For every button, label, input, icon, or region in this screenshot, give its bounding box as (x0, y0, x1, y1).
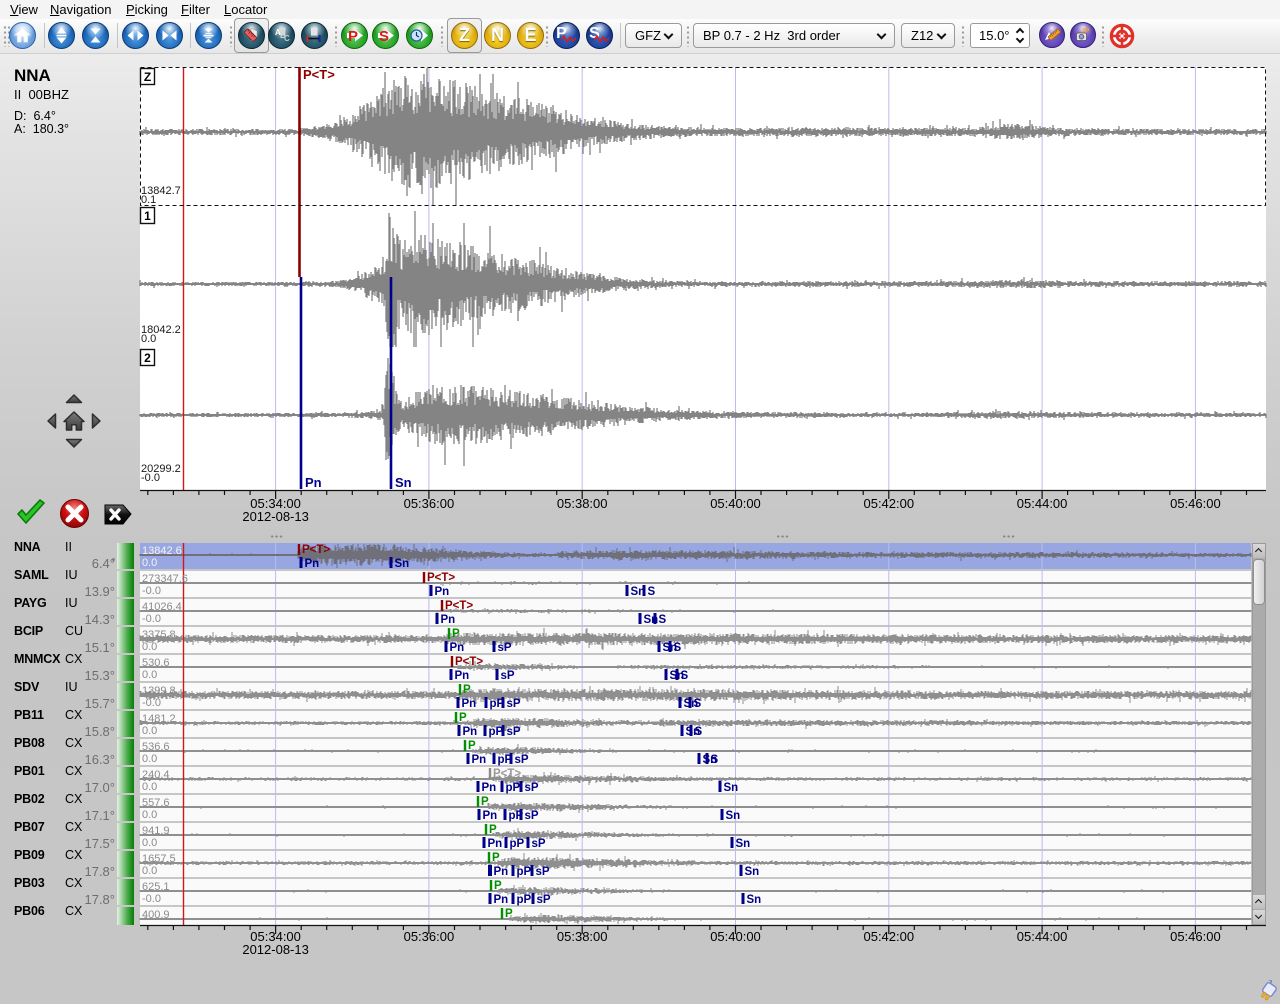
svg-text:sP: sP (525, 782, 539, 794)
svg-text:P<T>: P<T> (445, 600, 473, 612)
svg-text:05:42:00: 05:42:00 (863, 929, 914, 944)
svg-text:05:44:00: 05:44:00 (1017, 929, 1068, 944)
svg-text:0.0: 0.0 (142, 725, 157, 737)
svg-text:Sn: Sn (726, 810, 741, 822)
svg-text:941.9: 941.9 (142, 825, 170, 837)
svg-text:400.9: 400.9 (142, 909, 170, 921)
svg-text:Pn: Pn (472, 754, 487, 766)
svg-text:0.0: 0.0 (142, 781, 157, 793)
svg-text:Pn: Pn (482, 782, 497, 794)
svg-text:0.0: 0.0 (142, 753, 157, 765)
svg-text:sP: sP (537, 894, 551, 906)
svg-text:625.1: 625.1 (142, 881, 170, 893)
svg-text:P: P (489, 824, 497, 836)
svg-text:sP: sP (532, 838, 546, 850)
svg-text:0.0: 0.0 (142, 809, 157, 821)
svg-text:P: P (494, 880, 502, 892)
svg-text:-0.0: -0.0 (142, 893, 161, 905)
svg-text:pP: pP (510, 838, 525, 850)
svg-text:0.0: 0.0 (142, 641, 157, 653)
svg-text:sP: sP (507, 698, 521, 710)
svg-text:sP: sP (536, 866, 550, 878)
svg-text:530.6: 530.6 (142, 657, 170, 669)
svg-text:P: P (468, 740, 476, 752)
svg-text:05:38:00: 05:38:00 (557, 929, 608, 944)
svg-text:P<T>: P<T> (427, 572, 455, 584)
svg-text:pP: pP (517, 866, 532, 878)
svg-text:P<T>: P<T> (455, 656, 483, 668)
svg-text:sP: sP (515, 754, 529, 766)
svg-text:sP: sP (507, 726, 521, 738)
svg-text:-0.0: -0.0 (142, 697, 161, 709)
svg-text:sP: sP (525, 810, 539, 822)
svg-text:P: P (463, 684, 471, 696)
svg-text:pP: pP (489, 726, 504, 738)
svg-text:S: S (711, 754, 719, 766)
svg-text:1481.2: 1481.2 (142, 713, 176, 725)
svg-text:sP: sP (498, 642, 512, 654)
svg-text:Pn: Pn (455, 670, 470, 682)
svg-text:557.6: 557.6 (142, 797, 170, 809)
svg-text:Sn: Sn (395, 558, 410, 570)
svg-text:Sn: Sn (747, 894, 762, 906)
svg-text:Pn: Pn (441, 614, 456, 626)
svg-text:2012-08-13: 2012-08-13 (242, 942, 309, 957)
svg-text:05:40:00: 05:40:00 (710, 929, 761, 944)
svg-text:S: S (695, 726, 703, 738)
svg-text:S: S (674, 642, 682, 654)
svg-text:Pn: Pn (483, 810, 498, 822)
svg-text:13842.6: 13842.6 (142, 545, 182, 557)
svg-text:S: S (694, 698, 702, 710)
svg-text:Pn: Pn (463, 726, 478, 738)
svg-text:Sn: Sn (745, 866, 760, 878)
svg-text:Pn: Pn (435, 586, 450, 598)
svg-text:pP: pP (506, 782, 521, 794)
svg-text:3375.8: 3375.8 (142, 629, 176, 641)
svg-text:Pn: Pn (494, 866, 509, 878)
svg-text:P: P (459, 712, 467, 724)
svg-text:0.0: 0.0 (142, 557, 157, 569)
svg-text:536.6: 536.6 (142, 741, 170, 753)
svg-text:P: P (481, 796, 489, 808)
svg-text:S: S (681, 670, 689, 682)
svg-text:S: S (659, 614, 667, 626)
svg-text:Pn: Pn (494, 894, 509, 906)
svg-text:P: P (505, 908, 513, 920)
svg-text:P<T>: P<T> (493, 768, 521, 780)
svg-text:sP: sP (501, 670, 515, 682)
svg-text:0.0: 0.0 (142, 865, 157, 877)
svg-text:P: P (452, 628, 460, 640)
svg-text:240.4: 240.4 (142, 769, 170, 781)
svg-text:41026.4: 41026.4 (142, 601, 182, 613)
svg-text:Sn: Sn (724, 782, 739, 794)
svg-text:S: S (648, 586, 656, 598)
svg-text:P: P (492, 852, 500, 864)
svg-text:Sn: Sn (736, 838, 751, 850)
svg-text:Pn: Pn (450, 642, 465, 654)
svg-text:Pn: Pn (488, 838, 503, 850)
svg-text:P<T>: P<T> (302, 544, 330, 556)
svg-text:pP: pP (517, 894, 532, 906)
svg-text:Pn: Pn (305, 558, 320, 570)
svg-text:0.0: 0.0 (142, 837, 157, 849)
svg-text:Pn: Pn (462, 698, 477, 710)
svg-text:0.0: 0.0 (142, 669, 157, 681)
svg-text:1657.5: 1657.5 (142, 853, 176, 865)
svg-text:1399.8: 1399.8 (142, 685, 176, 697)
svg-text:05:46:00: 05:46:00 (1170, 929, 1221, 944)
svg-text:-0.0: -0.0 (142, 585, 161, 597)
svg-text:273347.6: 273347.6 (142, 573, 188, 585)
svg-text:05:36:00: 05:36:00 (404, 929, 455, 944)
svg-text:-0.0: -0.0 (142, 613, 161, 625)
